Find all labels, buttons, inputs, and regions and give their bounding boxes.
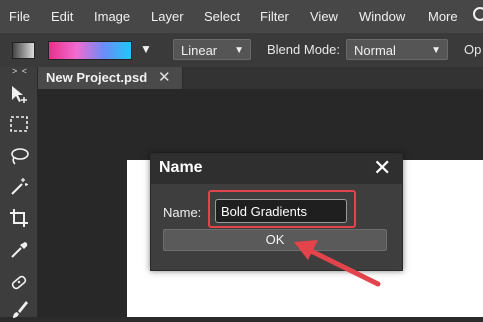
gradient-preview[interactable]: [48, 41, 132, 60]
close-icon[interactable]: ✕: [373, 156, 391, 180]
menu-select[interactable]: Select: [204, 9, 240, 24]
options-bar: ▼ Linear ▼ Blend Mode: Normal ▼ Op: [0, 33, 483, 68]
move-tool-icon[interactable]: [7, 82, 31, 106]
dialog-title: Name: [159, 159, 203, 176]
opacity-label: Op: [464, 42, 482, 57]
lasso-tool-icon[interactable]: [7, 144, 31, 168]
menu-layer[interactable]: Layer: [151, 9, 184, 24]
blend-mode-value: Normal: [354, 43, 396, 58]
blend-mode-select[interactable]: Normal ▼: [346, 39, 448, 60]
menu-bar: File Edit Image Layer Select Filter View…: [0, 0, 483, 33]
menu-view[interactable]: View: [310, 9, 338, 24]
magic-wand-icon[interactable]: [7, 174, 31, 198]
ok-button[interactable]: OK: [163, 229, 387, 251]
tab-title: New Project.psd: [46, 70, 148, 85]
name-field-label: Name:: [163, 205, 202, 220]
close-icon[interactable]: ✕: [158, 68, 171, 86]
name-dialog: Name ✕ Name: OK: [150, 153, 403, 271]
gradient-preset-swatch[interactable]: [12, 42, 35, 59]
menu-more[interactable]: More: [428, 9, 458, 24]
chevron-down-icon: ▼: [234, 45, 244, 56]
eyedropper-icon[interactable]: [7, 238, 31, 262]
tab-new-project[interactable]: New Project.psd ✕: [38, 67, 183, 89]
blend-mode-label: Blend Mode:: [267, 42, 340, 57]
menu-edit[interactable]: Edit: [51, 9, 73, 24]
name-input[interactable]: [215, 199, 347, 223]
chevron-down-icon: ▼: [431, 45, 441, 56]
gradient-dropdown-icon[interactable]: ▼: [140, 42, 152, 56]
collapse-toggle[interactable]: > <: [12, 66, 28, 76]
marquee-tool-icon[interactable]: [7, 112, 31, 136]
crop-tool-icon[interactable]: [7, 206, 31, 230]
search-icon[interactable]: [472, 6, 483, 26]
gradient-type-value: Linear: [181, 43, 218, 58]
menu-file[interactable]: File: [9, 9, 30, 24]
brush-tool-icon[interactable]: [7, 298, 31, 322]
healing-brush-icon[interactable]: [7, 270, 31, 294]
menu-image[interactable]: Image: [94, 9, 130, 24]
gradient-type-select[interactable]: Linear ▼: [173, 39, 251, 60]
menu-window[interactable]: Window: [359, 9, 405, 24]
menu-filter[interactable]: Filter: [260, 9, 289, 24]
dialog-header: Name ✕: [151, 154, 402, 184]
